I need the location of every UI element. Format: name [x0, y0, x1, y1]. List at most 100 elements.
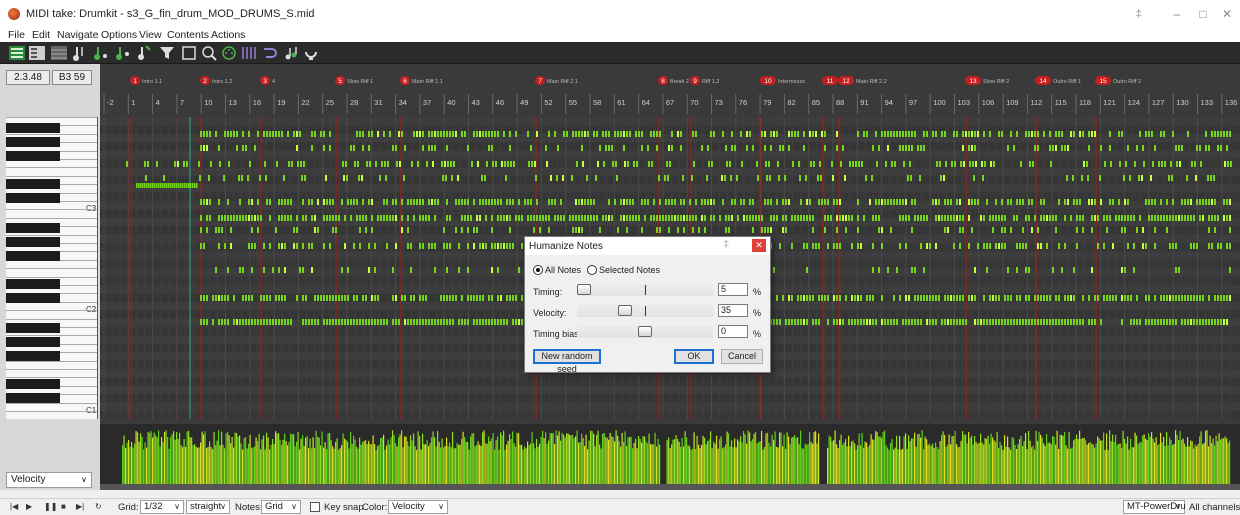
midi-note[interactable]: [1163, 295, 1165, 301]
velocity-bar[interactable]: [815, 431, 817, 484]
midi-note[interactable]: [284, 199, 286, 205]
midi-note[interactable]: [203, 243, 205, 249]
midi-note[interactable]: [401, 295, 403, 301]
midi-note[interactable]: [1058, 319, 1060, 325]
midi-note[interactable]: [1121, 267, 1123, 273]
midi-note[interactable]: [395, 145, 397, 151]
midi-note[interactable]: [608, 199, 610, 205]
midi-note[interactable]: [1070, 131, 1072, 137]
midi-note[interactable]: [422, 243, 424, 249]
midi-note[interactable]: [377, 295, 379, 301]
midi-note[interactable]: [974, 319, 976, 325]
midi-note[interactable]: [1118, 215, 1120, 221]
midi-note[interactable]: [990, 161, 992, 167]
midi-note[interactable]: [1043, 199, 1045, 205]
velocity-bar[interactable]: [1137, 443, 1139, 484]
velocity-bar[interactable]: [335, 441, 337, 484]
velocity-bar[interactable]: [329, 433, 331, 484]
velocity-bar[interactable]: [635, 438, 637, 484]
velocity-bar[interactable]: [545, 432, 547, 484]
midi-note[interactable]: [329, 295, 331, 301]
midi-note[interactable]: [227, 199, 229, 205]
midi-note[interactable]: [1073, 295, 1075, 301]
midi-note[interactable]: [881, 243, 883, 249]
midi-note[interactable]: [467, 145, 469, 151]
midi-note[interactable]: [224, 131, 226, 137]
midi-note[interactable]: [947, 215, 949, 221]
midi-note[interactable]: [1220, 319, 1222, 325]
midi-note[interactable]: [362, 319, 364, 325]
midi-note[interactable]: [1229, 295, 1231, 301]
midi-note[interactable]: [914, 199, 916, 205]
midi-note[interactable]: [560, 215, 562, 221]
midi-note[interactable]: [785, 319, 787, 325]
velocity-bar[interactable]: [161, 436, 163, 484]
midi-note[interactable]: [257, 227, 259, 233]
velocity-bar[interactable]: [452, 431, 454, 484]
midi-note[interactable]: [492, 161, 494, 167]
midi-note[interactable]: [230, 243, 232, 249]
midi-note[interactable]: [335, 295, 337, 301]
midi-note[interactable]: [446, 199, 448, 205]
velocity-bar[interactable]: [231, 437, 233, 484]
midi-note[interactable]: [208, 175, 210, 181]
midi-note[interactable]: [907, 175, 909, 181]
midi-note[interactable]: [404, 319, 406, 325]
velocity-bar[interactable]: [216, 440, 218, 484]
midi-note[interactable]: [515, 131, 517, 137]
velocity-bar[interactable]: [566, 433, 568, 484]
velocity-bar[interactable]: [1080, 438, 1082, 484]
midi-note[interactable]: [827, 199, 829, 205]
velocity-bar[interactable]: [615, 430, 617, 484]
midi-note[interactable]: [230, 131, 232, 137]
midi-note[interactable]: [347, 199, 349, 205]
midi-note[interactable]: [266, 199, 268, 205]
midi-note[interactable]: [761, 215, 763, 221]
velocity-bar[interactable]: [813, 432, 815, 484]
midi-note[interactable]: [1094, 295, 1096, 301]
velocity-bar[interactable]: [794, 434, 796, 484]
midi-note[interactable]: [512, 295, 514, 301]
midi-note[interactable]: [546, 161, 548, 167]
midi-note[interactable]: [284, 215, 286, 221]
midi-note[interactable]: [515, 215, 517, 221]
midi-note[interactable]: [357, 161, 359, 167]
midi-note[interactable]: [1175, 267, 1177, 273]
velocity-bar[interactable]: [947, 444, 949, 484]
midi-note[interactable]: [1094, 199, 1096, 205]
midi-note[interactable]: [1181, 145, 1183, 151]
midi-note[interactable]: [241, 175, 243, 181]
velocity-bar[interactable]: [410, 435, 412, 484]
velocity-bar[interactable]: [1172, 445, 1174, 484]
velocity-bar[interactable]: [1124, 438, 1126, 484]
velocity-bar[interactable]: [168, 448, 170, 484]
midi-note[interactable]: [293, 227, 295, 233]
midi-note[interactable]: [1043, 215, 1045, 221]
velocity-bar[interactable]: [881, 437, 883, 484]
midi-note[interactable]: [152, 183, 154, 188]
midi-note[interactable]: [855, 161, 857, 167]
midi-note[interactable]: [239, 319, 241, 325]
midi-note[interactable]: [740, 199, 742, 205]
velocity-bar[interactable]: [1026, 449, 1028, 484]
midi-note[interactable]: [1214, 227, 1216, 233]
midi-note[interactable]: [464, 319, 466, 325]
midi-note[interactable]: [865, 175, 867, 181]
midi-note[interactable]: [764, 145, 766, 151]
velocity-bar[interactable]: [1130, 438, 1132, 484]
midi-note[interactable]: [392, 199, 394, 205]
midi-note[interactable]: [1064, 295, 1066, 301]
midi-note[interactable]: [1208, 215, 1210, 221]
velocity-bar[interactable]: [533, 443, 535, 484]
velocity-bar[interactable]: [572, 434, 574, 484]
midi-note[interactable]: [374, 295, 376, 301]
midi-note[interactable]: [708, 161, 710, 167]
midi-note[interactable]: [974, 267, 976, 273]
velocity-bar[interactable]: [563, 434, 565, 484]
midi-note[interactable]: [1186, 175, 1188, 181]
midi-note[interactable]: [392, 295, 394, 301]
midi-note[interactable]: [851, 215, 853, 221]
midi-note[interactable]: [968, 145, 970, 151]
velocity-bar[interactable]: [816, 443, 818, 484]
midi-note[interactable]: [269, 243, 271, 249]
